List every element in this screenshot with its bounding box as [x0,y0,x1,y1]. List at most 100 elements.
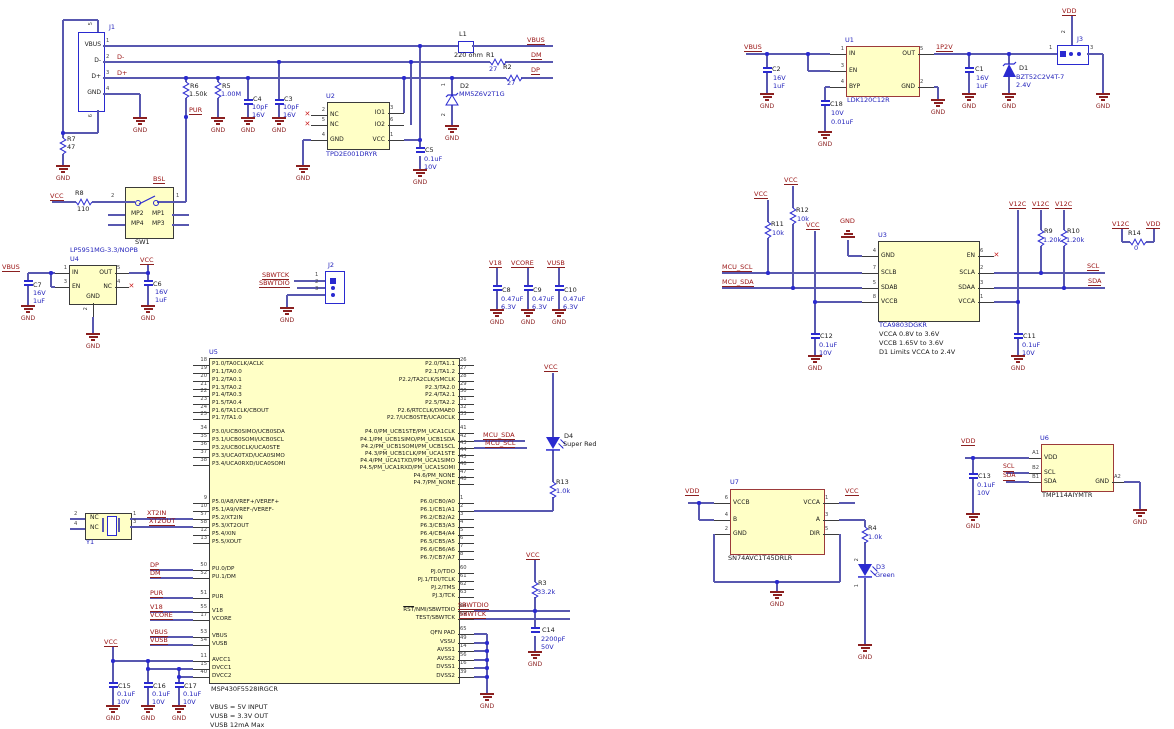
gnd-label: GND [236,128,260,135]
text-1: 1 [1049,46,1052,51]
pin-number: 35 [194,434,207,439]
net-label-vcc: VCC [784,177,798,185]
text-3: 3 [315,287,318,292]
text-c1: C1 [975,66,984,73]
text-6.3v: 6.3V [563,304,578,311]
wire [760,93,774,95]
capacitor-C18 [821,104,830,106]
wire [301,171,305,173]
pin-number: 23 [194,397,207,402]
wire [1124,481,1140,482]
pin-number: 6 [390,118,393,123]
text-1.20k: 1.20k [1043,237,1061,244]
pin-name: DVSS2 [335,674,455,680]
text-r6: R6 [190,83,199,90]
junction-dot [1039,271,1042,274]
pin-number: 10 [194,504,207,509]
gnd-label: GND [485,320,509,327]
text-0: 0 [1134,245,1138,252]
text-mp4: MP4 [131,221,144,227]
pin-number: 16 [460,661,467,666]
junction-dot [177,667,180,670]
wire [531,627,540,629]
pin-number: 1 [390,133,393,138]
gnd-label: GND [136,316,160,323]
wire [26,311,30,313]
capacitor-C6 [144,284,153,286]
capacitor-C16 [144,686,153,688]
net-label-vcc: VCC [845,488,859,496]
wire [978,288,994,289]
junction-dot [1062,286,1065,289]
net-label-vcc: VCC [50,193,64,201]
text-u3: U3 [878,232,887,239]
text-6.3v: 6.3V [501,304,516,311]
wire [971,519,975,521]
wire [450,131,454,133]
wire [968,54,969,68]
text-d2: D2 [460,83,469,90]
wire [823,534,839,535]
wire [818,131,832,133]
net-label-vdd: VDD [1146,221,1160,229]
wire [972,478,973,514]
wire [50,273,51,287]
pin-number: 54 [194,638,207,643]
gnd-label: GND [813,142,837,149]
wire [474,610,570,611]
wire [103,61,490,62]
wire [1096,93,1110,95]
pin-name: P5.3/XT2OUT [212,524,249,530]
wire [505,61,553,62]
text-1: 1 [315,273,318,278]
wire [1002,93,1016,95]
wire [931,99,945,101]
text-10k: 10k [772,230,784,237]
pin-number: 17 [194,613,207,618]
text-d+: D+ [80,74,101,80]
net-label-v12c: V12C [1112,221,1129,229]
text-10v: 10V [424,164,437,171]
pin-number: 6 [980,249,983,254]
wire [24,308,33,310]
wire [813,361,817,363]
pin-number: 52 [194,571,207,576]
text-c13: C13 [978,473,991,480]
pin-number: 12 [194,528,207,533]
pin-number: 65 [460,627,467,632]
text-27: 27 [489,66,497,73]
wire [1040,246,1041,273]
wire [823,520,839,521]
wire [112,687,113,706]
wire [125,201,135,202]
junction-dot [61,131,64,134]
crystal-symbol [107,516,117,536]
net-label-vusb: VUSB [150,637,168,645]
wire [130,526,193,527]
pin-name: DVCC2 [212,674,231,680]
net-label-pur: PUR [150,590,163,598]
wire [247,78,248,100]
wire [558,290,559,310]
text-16v: 16V [773,75,786,82]
net-label-sbwtck: SBWTCK [459,611,486,619]
pin-name: P6.3/CB3/A3 [335,524,455,530]
wire [214,120,223,122]
net-label-v12c: V12C [1032,201,1049,209]
text-r14: R14 [1128,230,1141,237]
pin-name: P3.2/UCB0CLK/UCA0STE [212,446,280,452]
wire [287,294,325,295]
wire [103,45,458,46]
net-label-vdd: VDD [961,438,975,446]
pin-name: QFN PAD [335,631,455,637]
wire [863,650,867,652]
wire [811,333,820,335]
capacitor-C14 [531,631,540,633]
pin-name: P5.0/A8/VREF+/VEREF+ [212,500,279,506]
wire [138,123,142,125]
pin-number: 5 [460,528,463,533]
net-label-bsl: BSL [153,176,165,184]
net-label-vcc: VCC [140,257,154,265]
pin-number: 29 [460,382,467,387]
wire [177,711,181,713]
